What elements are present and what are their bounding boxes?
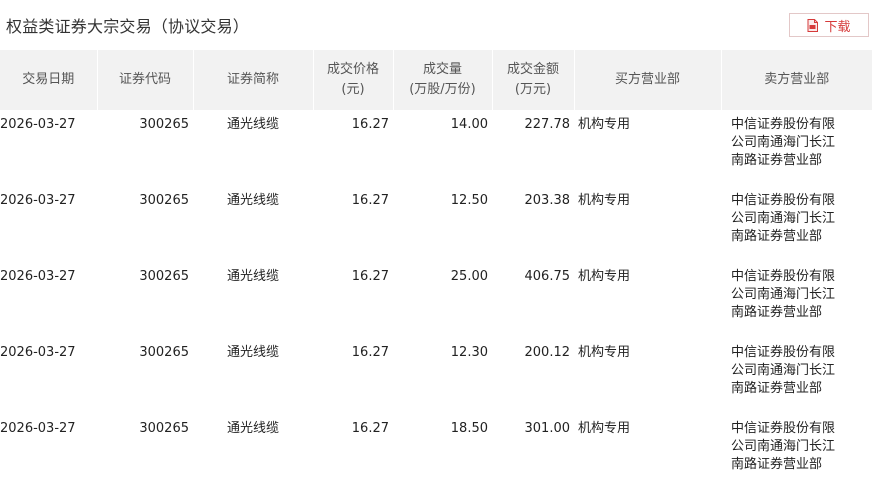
cell-volume: 18.50 — [450, 421, 488, 436]
cell-price: 16.27 — [351, 269, 389, 284]
download-doc-icon — [807, 18, 819, 32]
cell-price: 16.27 — [351, 345, 389, 360]
cell-amount: 200.12 — [524, 345, 571, 360]
cell-date: 2026-03-27 — [0, 269, 76, 284]
cell-price: 16.27 — [351, 421, 389, 436]
column-header-amount: 成交金额 (万元) — [492, 50, 575, 110]
seller-text: 中信证券股份有限公司南通海门长江南路证券营业部 — [731, 269, 836, 320]
cell-seller: 中信证券股份有限公司南通海门长江南路证券营业部 — [721, 110, 872, 186]
column-header-volume: 成交量 (万股/万份) — [393, 50, 493, 110]
cell-name: 通光线缆 — [226, 117, 279, 132]
seller-text: 中信证券股份有限公司南通海门长江南路证券营业部 — [731, 345, 836, 396]
cell-volume: 12.30 — [450, 345, 488, 360]
column-header-seller: 卖方营业部 — [721, 50, 872, 110]
cell-date: 2026-03-27 — [0, 421, 76, 436]
cell-volume: 25.00 — [450, 269, 488, 284]
cell-buyer: 机构专用 — [578, 193, 631, 208]
cell-name: 通光线缆 — [226, 269, 279, 284]
cell-code: 300265 — [139, 193, 189, 208]
table-header-row: 交易日期 证券代码 证券简称 成交价格 (元) 成交量 (万股/万份) 成交金额 (万元) 买方营… — [0, 50, 872, 110]
cell-buyer: 机构专用 — [578, 421, 631, 436]
cell-name: 通光线缆 — [226, 421, 279, 436]
cell-price: 16.27 — [351, 117, 389, 132]
cell-buyer: 机构专用 — [578, 345, 631, 360]
title-bar: 权益类证券大宗交易（协议交易） 下载 — [0, 0, 872, 50]
cell-volume: 12.50 — [450, 193, 488, 208]
column-header-code: 证券代码 — [97, 50, 194, 110]
cell-amount: 203.38 — [524, 193, 571, 208]
cell-code: 300265 — [139, 421, 189, 436]
cell-code: 300265 — [139, 117, 189, 132]
cell-name: 通光线缆 — [226, 193, 279, 208]
table-row: 2026-03-27 300265 通光线缆 16.27 14.00 227.78 机构专用… — [0, 110, 872, 186]
cell-seller: 中信证券股份有限公司南通海门长江南路证券营业部 — [721, 338, 872, 414]
cell-buyer: 机构专用 — [578, 117, 631, 132]
seller-text: 中信证券股份有限公司南通海门长江南路证券营业部 — [731, 421, 836, 472]
table-row: 2026-03-27 300265 通光线缆 16.27 12.30 200.12 机构专用… — [0, 338, 872, 414]
cell-seller: 中信证券股份有限公司南通海门长江南路证券营业部 — [721, 414, 872, 490]
page-title: 权益类证券大宗交易（协议交易） — [6, 17, 250, 36]
column-header-name: 证券简称 — [193, 50, 314, 110]
cell-seller: 中信证券股份有限公司南通海门长江南路证券营业部 — [721, 186, 872, 262]
cell-code: 300265 — [139, 269, 189, 284]
cell-amount: 301.00 — [524, 421, 571, 436]
cell-amount: 227.78 — [524, 117, 571, 132]
cell-date: 2026-03-27 — [0, 117, 76, 132]
column-header-buyer: 买方营业部 — [574, 50, 722, 110]
block-trade-table: 交易日期 证券代码 证券简称 成交价格 (元) 成交量 (万股/万份) 成交金额 (万元) 买方营… — [0, 50, 872, 490]
seller-text: 中信证券股份有限公司南通海门长江南路证券营业部 — [731, 117, 836, 168]
column-header-price: 成交价格 (元) — [313, 50, 394, 110]
cell-date: 2026-03-27 — [0, 345, 76, 360]
download-button[interactable]: 下载 — [789, 13, 869, 37]
cell-buyer: 机构专用 — [578, 269, 631, 284]
cell-code: 300265 — [139, 345, 189, 360]
seller-text: 中信证券股份有限公司南通海门长江南路证券营业部 — [731, 193, 836, 244]
cell-name: 通光线缆 — [226, 345, 279, 360]
cell-price: 16.27 — [351, 193, 389, 208]
table-body: 2026-03-27 300265 通光线缆 16.27 14.00 227.78 机构专用… — [0, 110, 872, 490]
cell-seller: 中信证券股份有限公司南通海门长江南路证券营业部 — [721, 262, 872, 338]
table-row: 2026-03-27 300265 通光线缆 16.27 25.00 406.75 机构专用… — [0, 262, 872, 338]
download-label: 下载 — [824, 19, 851, 35]
cell-date: 2026-03-27 — [0, 193, 76, 208]
column-header-date: 交易日期 — [0, 50, 98, 110]
cell-volume: 14.00 — [450, 117, 488, 132]
cell-amount: 406.75 — [524, 269, 571, 284]
table-row: 2026-03-27 300265 通光线缆 16.27 12.50 203.38 机构专用… — [0, 186, 872, 262]
table-row: 2026-03-27 300265 通光线缆 16.27 18.50 301.00 机构专用… — [0, 414, 872, 490]
